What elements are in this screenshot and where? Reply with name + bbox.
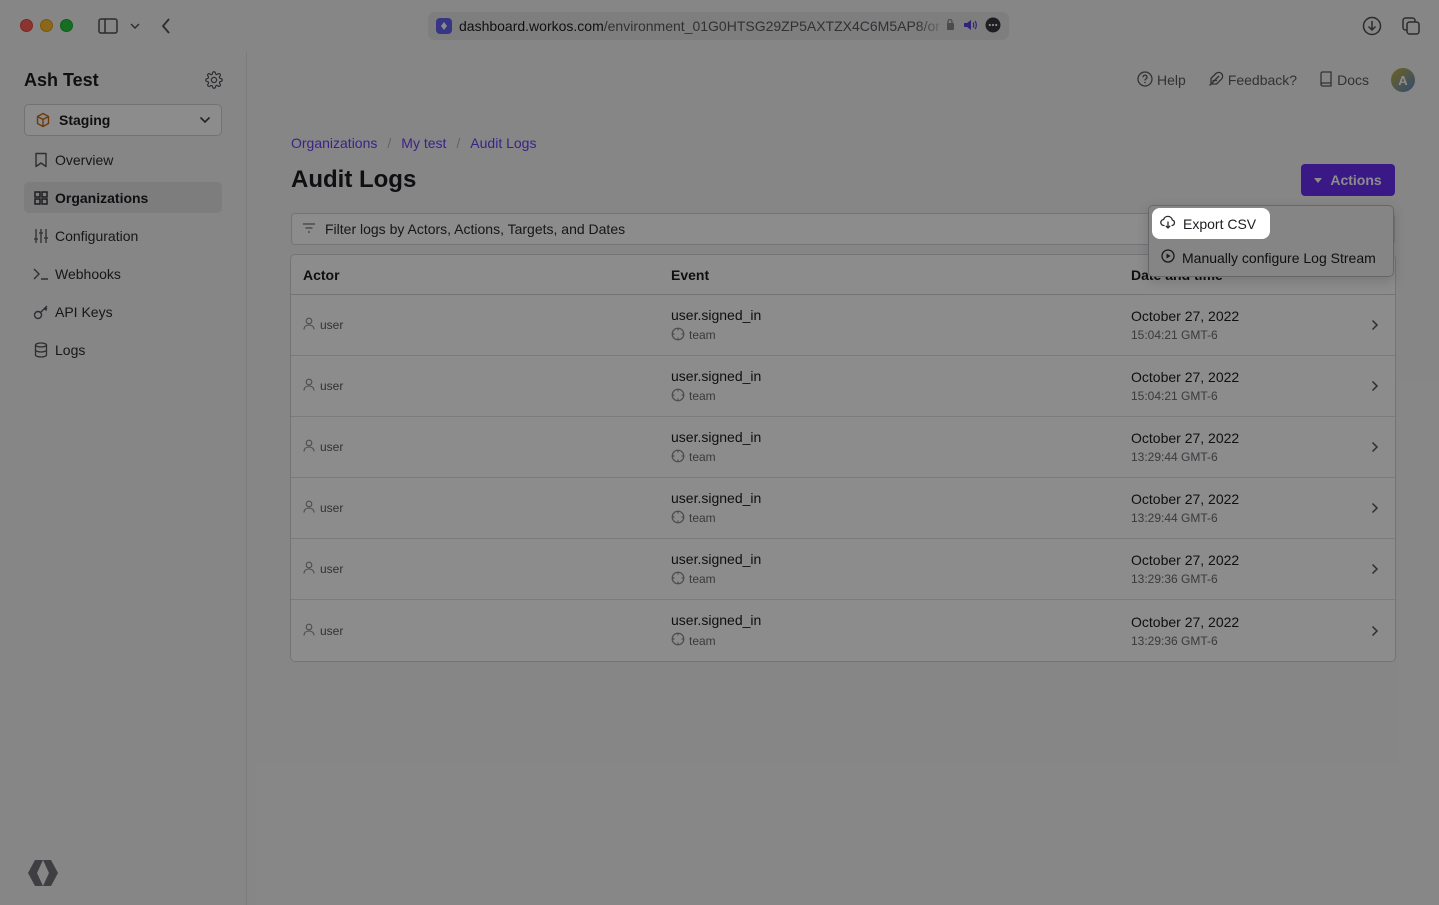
menu-item-export-csv[interactable]: Export CSV [1152, 208, 1270, 239]
cloud-download-icon [1160, 215, 1176, 232]
modal-overlay [0, 0, 1439, 905]
